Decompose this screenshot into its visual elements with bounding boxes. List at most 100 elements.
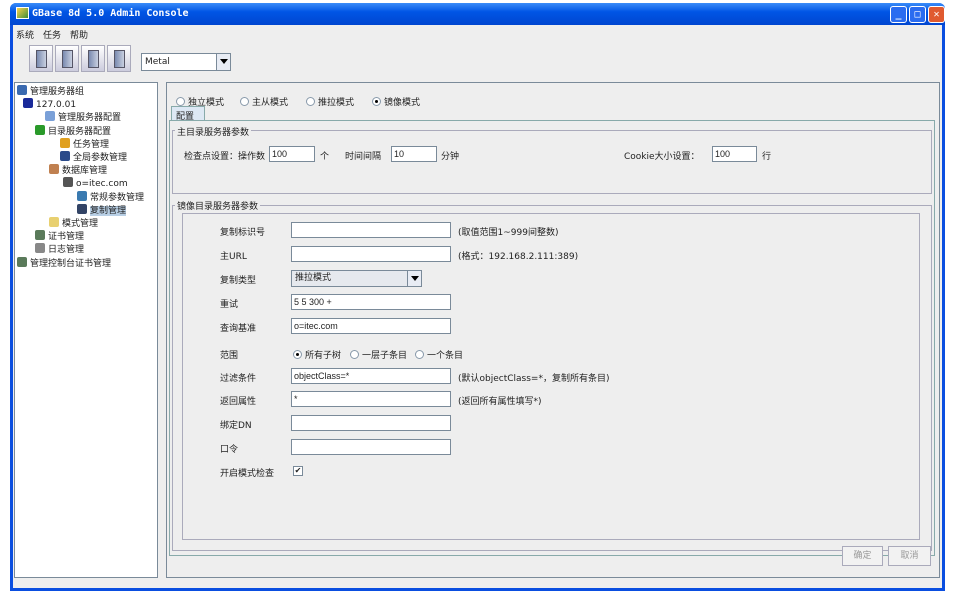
menu-help[interactable]: 帮助: [70, 28, 88, 41]
replication-type-select[interactable]: 推拉模式: [291, 270, 422, 287]
menu-task[interactable]: 任务: [43, 28, 61, 41]
server-icon: [63, 177, 73, 188]
field-label: 返回属性: [220, 397, 257, 407]
tree-item-label: 常规参数管理: [90, 192, 145, 203]
mode-label: 推拉模式: [318, 98, 355, 108]
field-label: 复制标识号: [220, 228, 266, 238]
certificate-icon: [17, 256, 27, 267]
cancel-button[interactable]: 取消: [888, 546, 931, 566]
tree-item[interactable]: 目录服务器配置: [35, 124, 111, 137]
scope-radio[interactable]: 一个条目: [415, 348, 463, 361]
navigation-tree[interactable]: 管理服务器组 127.0.01 管理服务器配置 目录服务器配置任务管理全局参数管理数据…: [14, 82, 158, 578]
mode-radio[interactable]: 镜像模式: [372, 95, 420, 108]
menu-system[interactable]: 系统: [16, 28, 34, 41]
field-label: 开启模式检查: [220, 469, 275, 479]
minimize-button[interactable]: _: [890, 6, 907, 23]
tree-item-label: 127.0.01: [36, 100, 77, 111]
field-input[interactable]: [291, 415, 451, 431]
field-hint: (取值范围1~999间整数): [458, 228, 559, 238]
tree-item-label: 模式管理: [62, 219, 99, 229]
tree-item[interactable]: 任务管理: [60, 137, 110, 150]
field-hint: (格式：192.168.2.111:389): [458, 252, 579, 262]
field-hint: (默认objectClass=*，复制所有条目): [458, 374, 610, 384]
field-label: 范围: [220, 351, 239, 361]
radio-icon: [350, 350, 359, 359]
server-help-icon[interactable]: [107, 45, 131, 72]
interval-input[interactable]: 10: [391, 146, 437, 162]
app-icon: [16, 7, 29, 19]
tab-config[interactable]: 配置: [171, 106, 205, 122]
field-label: 绑定DN: [220, 421, 252, 431]
globe-icon: [60, 151, 70, 161]
scope-label: 一个条目: [427, 351, 464, 361]
tree-item[interactable]: 管理服务器组: [17, 85, 84, 97]
radio-icon: [293, 350, 302, 359]
tree-item[interactable]: 常规参数管理: [77, 190, 145, 203]
server-refresh-icon[interactable]: [55, 45, 79, 72]
replication-icon: [77, 203, 87, 214]
computer-icon: [23, 98, 33, 109]
field-input[interactable]: o=itec.com: [291, 318, 451, 334]
tree-item-label: o=itec.com: [76, 179, 128, 190]
field-input[interactable]: *: [291, 391, 451, 407]
tree-item[interactable]: 管理控制台证书管理: [17, 256, 112, 269]
ok-button[interactable]: 确定: [842, 546, 883, 566]
tree-item[interactable]: 复制管理: [77, 203, 127, 216]
mode-radio[interactable]: 主从模式: [240, 95, 288, 108]
field-label: 口令: [220, 445, 239, 455]
select-value: 推拉模式: [295, 273, 332, 283]
scope-radio[interactable]: 所有子树: [293, 348, 341, 361]
field-label: 查询基准: [220, 324, 257, 334]
tree-item[interactable]: 模式管理: [49, 217, 98, 229]
tree-item[interactable]: 日志管理: [35, 243, 84, 255]
tree-item[interactable]: 证书管理: [35, 230, 84, 242]
field-input[interactable]: [291, 439, 451, 455]
radio-icon: [415, 350, 424, 359]
cookie-label: Cookie大小设置：: [624, 152, 700, 162]
chevron-down-icon[interactable]: [216, 54, 230, 70]
interval-label: 时间间隔: [345, 152, 382, 162]
radio-icon: [240, 97, 249, 106]
window-title: GBase 8d 5.0 Admin Console: [32, 8, 189, 19]
server-add-icon[interactable]: [29, 45, 53, 72]
log-icon: [35, 243, 45, 254]
tree-item[interactable]: 全局参数管理: [60, 151, 127, 163]
cookie-input[interactable]: 100: [712, 146, 757, 162]
tree-item-label: 数据库管理: [62, 166, 108, 177]
scope-label: 一层子条目: [362, 351, 408, 361]
mode-radio[interactable]: 推拉模式: [306, 95, 354, 108]
interval-unit: 分钟: [441, 152, 460, 162]
server-settings-icon[interactable]: [81, 45, 105, 72]
schema-check-checkbox[interactable]: ✔: [293, 466, 303, 476]
mode-label: 镜像模式: [384, 98, 421, 108]
field-input[interactable]: objectClass=*: [291, 368, 451, 384]
scope-label: 所有子树: [305, 351, 342, 361]
tree-item[interactable]: o=itec.com: [63, 177, 128, 189]
close-button[interactable]: ✕: [928, 6, 945, 23]
certificate-icon: [35, 230, 45, 241]
tree-item-label: 任务管理: [73, 139, 110, 150]
maximize-button[interactable]: □: [909, 6, 926, 23]
checkpoint-input[interactable]: 100: [269, 146, 315, 162]
field-label: 主URL: [220, 252, 247, 262]
tree-item-label: 全局参数管理: [73, 153, 128, 163]
tree-item[interactable]: 127.0.01: [23, 98, 76, 110]
tree-icon: [35, 124, 45, 135]
scope-radio[interactable]: 一层子条目: [350, 348, 407, 361]
tree-item-label: 管理控制台证书管理: [30, 258, 112, 269]
server-group-icon: [17, 85, 27, 95]
tree-item[interactable]: 数据库管理: [49, 164, 107, 176]
master-legend: 主目录服务器参数: [175, 125, 252, 138]
checkpoint-unit: 个: [320, 152, 330, 162]
theme-value: Metal: [145, 57, 170, 67]
user-icon: [45, 111, 55, 122]
tree-item[interactable]: 管理服务器配置: [45, 111, 121, 123]
field-input[interactable]: 5 5 300 +: [291, 294, 451, 310]
radio-icon: [372, 97, 381, 106]
theme-select[interactable]: Metal: [141, 53, 231, 71]
folder-icon: [49, 217, 59, 227]
chevron-down-icon[interactable]: [407, 271, 421, 286]
field-input[interactable]: [291, 246, 451, 262]
tools-icon: [60, 137, 70, 148]
field-input[interactable]: [291, 222, 451, 238]
